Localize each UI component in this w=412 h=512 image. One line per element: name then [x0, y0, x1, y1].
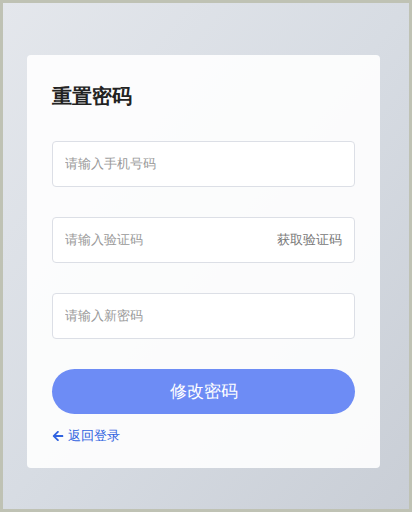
back-link[interactable]: 返回登录: [52, 426, 355, 446]
reset-card: 重置密码获取验证码修改密码返回登录: [27, 55, 380, 468]
submit-button[interactable]: 修改密码: [52, 369, 355, 414]
form: 获取验证码: [52, 141, 355, 339]
title: 重置密码: [52, 83, 355, 109]
code-field: 获取验证码: [52, 217, 355, 263]
arrow-left-icon: [52, 430, 64, 442]
text-input[interactable]: [52, 141, 355, 187]
get-code-button[interactable]: 获取验证码: [269, 230, 342, 250]
text-input[interactable]: [52, 293, 355, 339]
page: 重置密码获取验证码修改密码返回登录: [0, 0, 412, 512]
code-input[interactable]: [65, 230, 269, 250]
